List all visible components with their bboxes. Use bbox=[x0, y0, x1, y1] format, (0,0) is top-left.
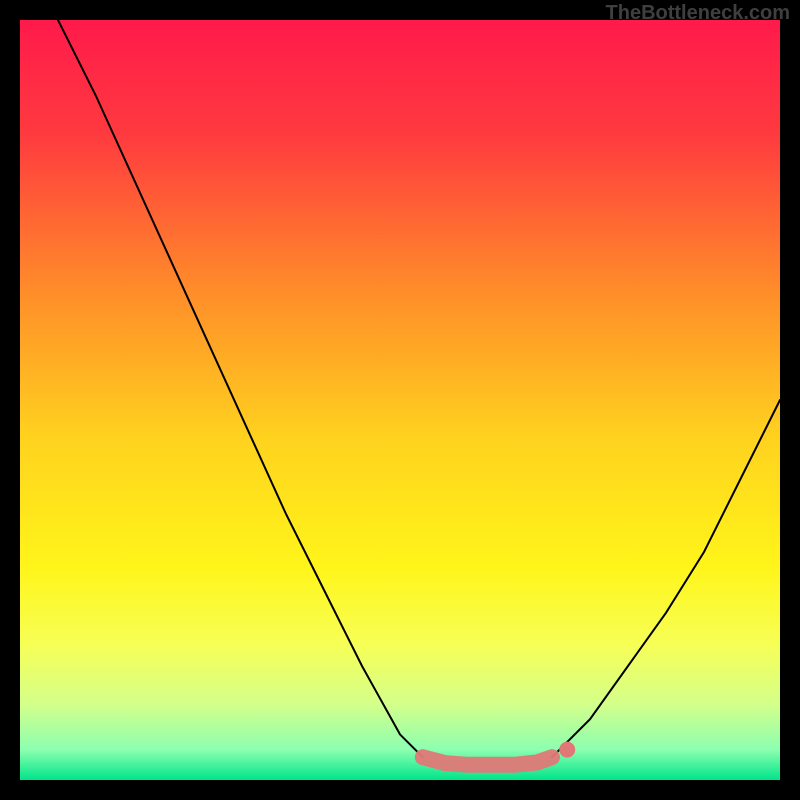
bottleneck-curve-chart bbox=[20, 20, 780, 780]
chart-svg bbox=[20, 20, 780, 780]
chart-frame: TheBottleneck.com bbox=[0, 0, 800, 800]
